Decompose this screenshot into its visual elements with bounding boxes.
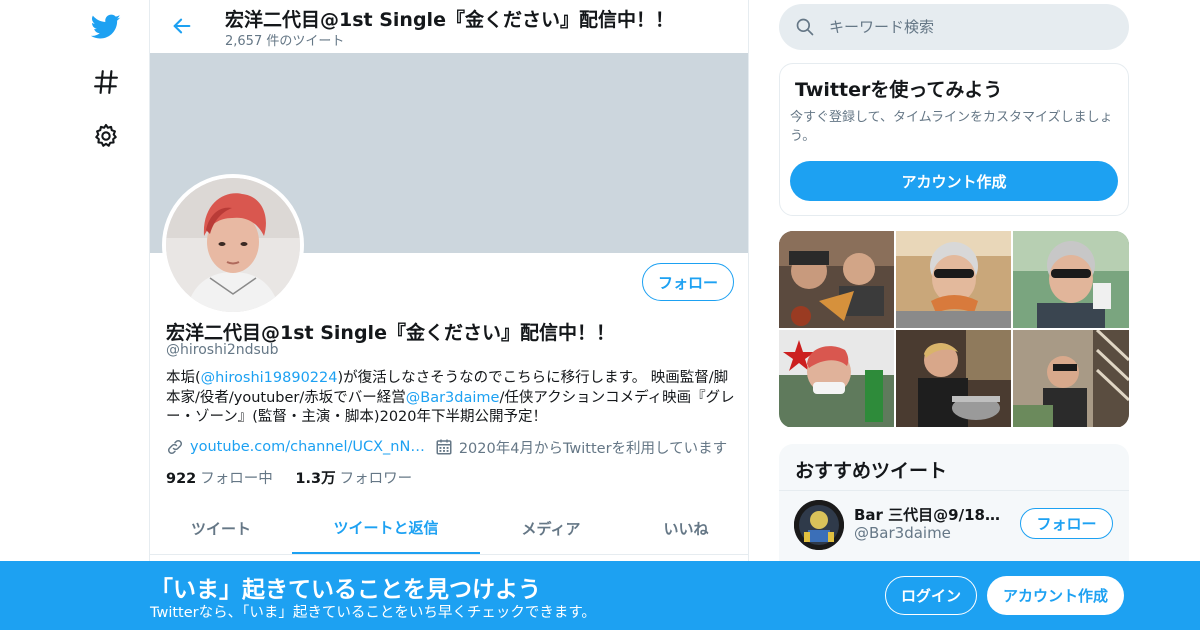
profile-column: 宏洋二代目@1st Single『金ください』配信中！！ 2,657 件のツイー…: [149, 0, 749, 630]
recommended-avatar[interactable]: [794, 500, 844, 550]
recommended-follow-button[interactable]: フォロー: [1020, 508, 1113, 539]
tab-media[interactable]: メディア: [480, 502, 622, 554]
recommended-account-name[interactable]: Bar 三代目@9/18退...: [854, 504, 1004, 525]
media-grid: [779, 231, 1129, 428]
twitter-logo-button[interactable]: [84, 5, 128, 49]
tab-tweets[interactable]: ツイート: [150, 502, 292, 554]
following-label: フォロー中: [200, 471, 273, 487]
followers-stat[interactable]: 1.3万 フォロワー: [295, 471, 412, 487]
login-button[interactable]: ログイン: [885, 576, 977, 615]
back-button[interactable]: [166, 10, 198, 42]
signup-button[interactable]: アカウント作成: [987, 576, 1124, 615]
profile-avatar[interactable]: [162, 174, 304, 316]
bio-text: 本垢(: [166, 370, 201, 386]
prompt-title: 「いま」起きていることを見つけよう: [150, 577, 541, 603]
twitter-bird-icon: [91, 14, 121, 39]
search-icon: [796, 18, 814, 36]
profile-name: 宏洋二代目@1st Single『金ください』配信中！！: [166, 322, 615, 344]
followers-count: 1.3万: [295, 471, 336, 487]
gear-icon: [95, 123, 117, 147]
media-thumbnail[interactable]: [896, 330, 1011, 427]
signup-card-description: 今すぐ登録して、タイムラインをカスタマイズしましょう。: [790, 110, 1113, 144]
profile-meta: youtube.com/channel/UCX_nN… 2020年4月からTwi…: [166, 436, 736, 458]
profile-website-link[interactable]: youtube.com/channel/UCX_nN…: [190, 439, 425, 455]
search-box[interactable]: [779, 4, 1129, 50]
bio-mention-link[interactable]: @Bar3daime: [406, 390, 500, 406]
bio-mention-link[interactable]: @hiroshi19890224: [201, 370, 338, 386]
signup-card: Twitterを使ってみよう 今すぐ登録して、タイムラインをカスタマイズしましょ…: [779, 63, 1129, 216]
divider: [779, 490, 1129, 491]
search-input[interactable]: [829, 4, 1119, 50]
create-account-button[interactable]: アカウント作成: [790, 161, 1118, 201]
follow-stats: 922 フォロー中 1.3万 フォロワー: [166, 467, 412, 488]
media-thumbnail[interactable]: [779, 330, 894, 427]
avatar-photo: [166, 178, 300, 312]
media-thumbnail[interactable]: [779, 231, 894, 328]
calendar-icon: [436, 439, 452, 455]
recommended-title: おすすめツイート: [795, 460, 948, 482]
signup-card-title: Twitterを使ってみよう: [795, 79, 1003, 101]
media-thumbnail[interactable]: [896, 231, 1011, 328]
profile-bio: 本垢(@hiroshi19890224)が復活しなさそうなのでこちらに移行します…: [166, 369, 736, 428]
arrow-left-icon: [173, 18, 191, 34]
media-thumbnail[interactable]: [1013, 330, 1129, 427]
tweet-count: 2,657 件のツイート: [225, 34, 345, 49]
hashtag-icon: [94, 70, 118, 94]
recommended-account-handle: @Bar3daime: [854, 524, 951, 542]
following-count: 922: [166, 471, 197, 487]
following-stat[interactable]: 922 フォロー中: [166, 471, 273, 487]
prompt-subtitle: Twitterなら、「いま」起きていることをいち早くチェックできます。: [150, 605, 596, 621]
profile-header-bar: 宏洋二代目@1st Single『金ください』配信中！！ 2,657 件のツイー…: [150, 0, 748, 53]
joined-date: 2020年4月からTwitterを利用しています: [458, 440, 728, 457]
settings-button[interactable]: [84, 114, 128, 158]
header-title: 宏洋二代目@1st Single『金ください』配信中！！: [225, 9, 674, 31]
signup-prompt-bar: 「いま」起きていることを見つけよう Twitterなら、「いま」起きていることを…: [0, 561, 1200, 630]
tab-tweets-and-replies[interactable]: ツイートと返信: [292, 502, 480, 554]
link-icon: [167, 439, 183, 455]
media-thumbnail[interactable]: [1013, 231, 1129, 328]
profile-tabs: ツイート ツイートと返信 メディア いいね: [150, 502, 748, 555]
follow-button[interactable]: フォロー: [642, 263, 734, 301]
explore-button[interactable]: [84, 60, 128, 104]
profile-handle: @hiroshi2ndsub: [166, 342, 279, 358]
tab-likes[interactable]: いいね: [622, 502, 748, 554]
left-nav: [0, 0, 150, 630]
followers-label: フォロワー: [339, 471, 413, 487]
